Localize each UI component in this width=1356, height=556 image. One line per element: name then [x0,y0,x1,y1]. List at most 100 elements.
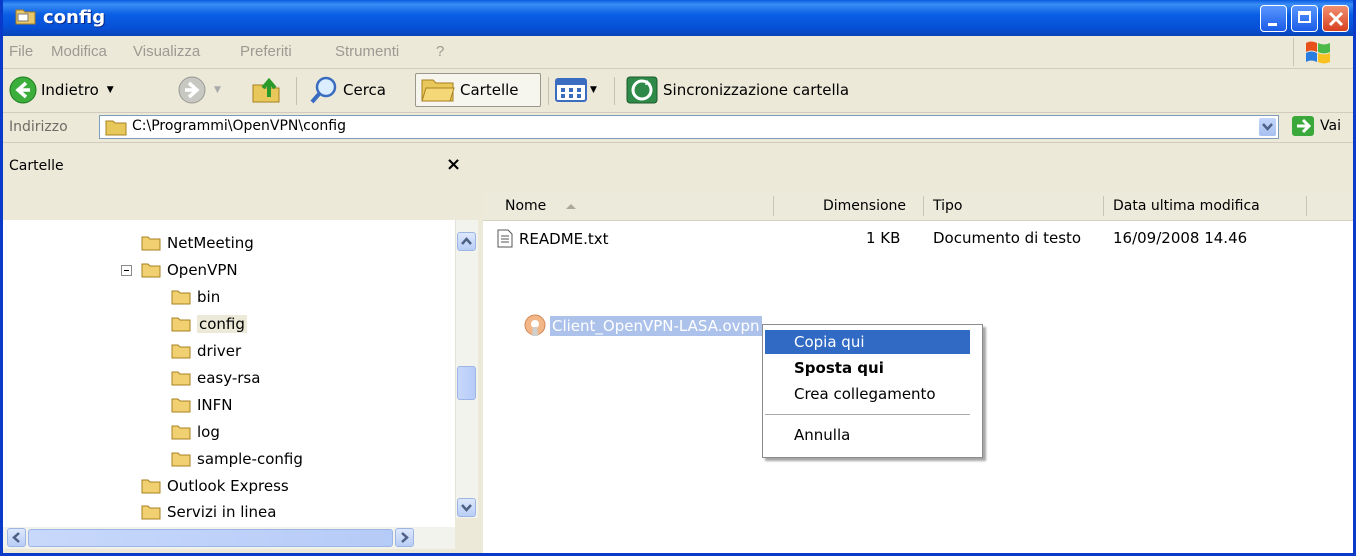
file-row[interactable]: README.txt [497,229,609,248]
column-modified[interactable]: Data ultima modifica [1113,198,1260,214]
search-button[interactable]: Cerca [309,73,386,107]
file-size: 1 KB [866,229,901,247]
menu-help[interactable]: ? [436,43,444,60]
search-label: Cerca [343,81,386,99]
tree-horizontal-scrollbar[interactable] [3,527,455,549]
menu-file[interactable]: File [9,43,33,60]
text-file-icon [497,229,513,248]
file-type: Documento di testo [933,229,1082,247]
toolbar-separator [614,77,615,105]
back-dropdown-icon[interactable]: ▼ [107,85,114,95]
folder-icon [141,236,161,251]
folder-icon [171,425,191,440]
tree-item-servizi-in-linea[interactable]: Servizi in linea [141,501,276,523]
scroll-up-button[interactable] [457,232,476,251]
back-arrow-icon [9,76,37,104]
file-name: README.txt [519,229,609,248]
go-label: Vai [1320,118,1341,134]
title-bar[interactable]: config [3,0,1353,36]
tree-item-log[interactable]: log [171,421,220,443]
address-dropdown-button[interactable] [1259,118,1276,136]
toolbar: Indietro ▼ ▼ Cerca Cartelle ▼ Sincronizz… [3,69,1353,113]
window-title: config [43,7,106,28]
column-divider[interactable] [1103,196,1104,216]
folders-pane-close-icon[interactable]: × [446,154,461,175]
forward-dropdown-icon[interactable]: ▼ [214,85,221,95]
arrow-up-icon [461,237,472,245]
drag-context-menu: Copia qui Sposta qui Crea collegamento A… [762,324,983,458]
close-button[interactable] [1322,5,1349,32]
toolbar-separator [548,77,549,105]
menu-edit[interactable]: Modifica [51,43,107,60]
back-label: Indietro [41,81,99,99]
address-bar: Indirizzo C:\Programmi\OpenVPN\config Va… [3,113,1353,143]
column-name[interactable]: Nome [505,198,546,214]
folders-pane-header: Cartelle × [3,143,483,191]
scroll-left-button[interactable] [7,528,26,547]
minimize-button[interactable] [1260,5,1287,32]
column-size[interactable]: Dimensione [823,198,906,214]
chevron-down-icon [1262,123,1273,131]
forward-arrow-icon [178,76,206,104]
folder-icon [171,290,191,305]
scroll-down-button[interactable] [457,498,476,517]
folder-icon [141,263,161,278]
views-button[interactable]: ▼ [555,73,597,107]
folder-icon [105,120,127,136]
file-modified: 16/09/2008 14.46 [1113,229,1248,247]
folder-icon [171,344,191,359]
folder-up-icon [252,77,280,103]
search-icon [310,76,337,104]
explorer-window: config File Modifica Visualizza Preferit… [0,0,1356,556]
address-input[interactable]: C:\Programmi\OpenVPN\config [99,115,1279,139]
collapse-toggle-icon[interactable] [121,265,132,276]
forward-button[interactable]: ▼ [178,73,221,107]
menu-item-move-here[interactable]: Sposta qui [765,356,970,380]
menu-tools[interactable]: Strumenti [335,43,399,60]
tree-item-config[interactable]: config [171,313,247,335]
folders-icon [421,79,455,102]
close-icon [1328,11,1344,27]
folders-button[interactable]: Cartelle [415,73,541,107]
up-folder-button[interactable] [251,73,283,107]
tree-item-netmeeting[interactable]: NetMeeting [141,232,254,254]
views-dropdown-icon[interactable]: ▼ [590,85,597,95]
tree-item-sample-config[interactable]: sample-config [171,448,303,470]
arrow-left-icon [12,532,20,543]
toolbar-separator [296,77,297,105]
views-icon [555,78,587,102]
arrow-down-icon [461,504,472,512]
openvpn-file-icon [524,314,546,336]
tree-item-infn[interactable]: INFN [171,394,233,416]
folder-icon [141,479,161,494]
sync-folder-button[interactable]: Sincronizzazione cartella [625,73,849,107]
dragged-file[interactable]: Client_OpenVPN-LASA.ovpn [523,314,762,338]
tree-item-easy-rsa[interactable]: easy-rsa [171,367,260,389]
go-button[interactable]: Vai [1291,115,1341,137]
tree-item-openvpn[interactable]: OpenVPN [141,259,238,281]
tree-item-outlook-express[interactable]: Outlook Express [141,475,289,497]
sync-icon [626,76,658,104]
menu-view[interactable]: Visualizza [133,43,200,60]
column-divider[interactable] [773,196,774,216]
scroll-right-button[interactable] [395,528,414,547]
menu-favorites[interactable]: Preferiti [240,43,292,60]
column-type[interactable]: Tipo [933,198,962,214]
tree-vertical-scrollbar[interactable] [455,220,478,518]
tree-item-driver[interactable]: driver [171,340,241,362]
address-path: C:\Programmi\OpenVPN\config [132,118,346,134]
vertical-scroll-thumb[interactable] [457,366,476,400]
back-button[interactable]: Indietro ▼ [9,73,114,107]
maximize-button[interactable] [1291,5,1318,32]
horizontal-scroll-thumb[interactable] [28,529,393,547]
arrow-right-icon [401,532,409,543]
sync-label: Sincronizzazione cartella [663,81,850,99]
folder-tree: NetMeeting OpenVPN bin config driver eas… [3,220,455,536]
menu-item-copy-here[interactable]: Copia qui [765,330,970,354]
column-divider[interactable] [1306,196,1307,216]
menu-item-create-shortcut[interactable]: Crea collegamento [765,382,970,406]
column-divider[interactable] [923,196,924,216]
dragged-file-name: Client_OpenVPN-LASA.ovpn [550,316,762,336]
tree-item-bin[interactable]: bin [171,286,220,308]
menu-item-cancel[interactable]: Annulla [765,423,970,447]
